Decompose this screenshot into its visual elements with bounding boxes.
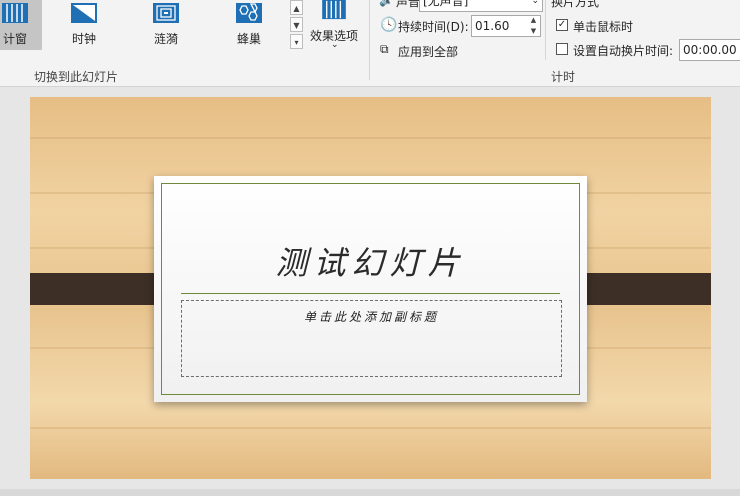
- sound-select[interactable]: [无声音] ⌄: [419, 0, 543, 12]
- slide-canvas[interactable]: 测试幻灯片 单击此处添加副标题: [30, 97, 711, 479]
- group-transition-label: 切换到此幻灯片: [34, 70, 119, 84]
- subtitle-placeholder[interactable]: 单击此处添加副标题: [181, 300, 562, 377]
- transition-ripple-label: 涟漪: [153, 32, 178, 46]
- group-separator: [369, 0, 370, 80]
- transition-honeycomb-label: 蜂巢: [236, 32, 261, 46]
- effect-options-icon: [322, 0, 346, 20]
- apply-all-icon: ⧉: [380, 42, 389, 56]
- title-card: 测试幻灯片 单击此处添加副标题: [154, 176, 587, 402]
- apply-all-button[interactable]: 应用到全部: [398, 43, 458, 60]
- auto-after-value: 00:00.00: [683, 43, 737, 57]
- gallery-more-button[interactable]: ▾: [290, 34, 303, 49]
- transition-window-label: 计窗: [2, 32, 27, 46]
- effect-options-button[interactable]: 效果选项 ⌄: [306, 0, 364, 56]
- left-dark-band: [30, 273, 167, 305]
- slide-title[interactable]: 测试幻灯片: [154, 238, 587, 284]
- window-transition-icon: [2, 3, 28, 23]
- gallery-scroll-up-button[interactable]: ▲: [290, 0, 303, 15]
- transition-ripple-button[interactable]: 涟漪: [139, 0, 193, 50]
- right-dark-band: [573, 273, 711, 305]
- gallery-scroll-down-button[interactable]: ▼: [290, 17, 303, 32]
- wood-grain: [30, 427, 711, 429]
- clock-transition-icon: [71, 3, 97, 23]
- wood-grain: [30, 137, 711, 139]
- sound-icon: 🔈: [379, 0, 394, 7]
- auto-after-label: 设置自动换片时间:: [573, 44, 674, 58]
- duration-up-button[interactable]: ▲: [527, 15, 540, 26]
- transition-honeycomb-button[interactable]: 蜂巢: [222, 0, 276, 50]
- status-strip: [0, 489, 740, 496]
- transition-window-button[interactable]: 计窗: [0, 0, 42, 50]
- chevron-down-icon: ⌄: [331, 40, 339, 50]
- group-separator: [545, 0, 546, 60]
- ripple-transition-icon: [153, 3, 179, 23]
- group-timing-label: 计时: [551, 70, 576, 84]
- ribbon: 计窗 时钟 涟漪 蜂巢 ▲ ▼ ▾ 效果选项 ⌄ 切换到此幻灯片 🔈 声音: […: [0, 0, 740, 87]
- chevron-down-icon: ⌄: [531, 0, 539, 6]
- subtitle-placeholder-text: 单击此处添加副标题: [303, 310, 439, 324]
- advance-header: 换片方式: [551, 0, 600, 9]
- duration-value: 01.60: [475, 19, 510, 33]
- sound-select-value: [无声音]: [423, 0, 469, 8]
- clock-icon: 🕓: [380, 17, 398, 33]
- title-divider: [181, 293, 560, 294]
- auto-after-input[interactable]: 00:00.00: [679, 39, 740, 61]
- auto-after-checkbox[interactable]: [556, 43, 568, 55]
- on-click-label: 单击鼠标时: [573, 20, 634, 34]
- transition-clock-label: 时钟: [71, 32, 96, 46]
- on-click-checkbox[interactable]: ✓: [556, 19, 568, 31]
- duration-down-button[interactable]: ▼: [527, 26, 540, 37]
- transition-clock-button[interactable]: 时钟: [57, 0, 111, 50]
- honeycomb-transition-icon: [236, 3, 262, 23]
- duration-label: 持续时间(D):: [398, 20, 469, 34]
